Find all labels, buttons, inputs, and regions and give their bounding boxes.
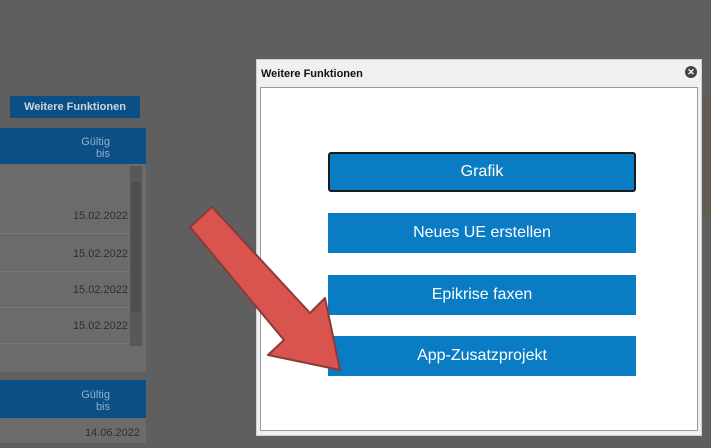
grafik-button[interactable]: Grafik [328,152,636,192]
header-valid: Gültig [81,136,110,148]
more-functions-dialog: Weitere Funktionen ✕ Grafik Neues UE ers… [256,59,702,436]
table-row: 14.06.2022 [0,418,146,443]
epikrise-fax-button[interactable]: Epikrise faxen [328,275,636,315]
header-valid: Gültig [81,389,110,401]
header-until: bis [95,148,110,160]
background-topbar [0,0,711,66]
dialog-body: Grafik Neues UE erstellen Epikrise faxen… [260,87,698,431]
table-row: 15.02.2022 [0,236,138,272]
app-zusatzprojekt-button[interactable]: App-Zusatzprojekt [328,336,636,376]
table-row: 15.02.2022 [0,272,138,308]
background-more-functions-button: Weitere Funktionen [10,96,140,118]
background-table2-header: Gültig bis [0,380,146,418]
table-row: 15.02.2022 [0,198,138,234]
new-ue-button[interactable]: Neues UE erstellen [328,213,636,253]
close-icon[interactable]: ✕ [685,66,697,78]
background-table-header: Gültig bis [0,128,146,164]
table-row: 15.02.2022 [0,308,138,344]
header-until: bis [95,401,110,413]
background-scrollbar-thumb [131,182,141,312]
dialog-title: Weitere Funktionen [261,68,363,80]
